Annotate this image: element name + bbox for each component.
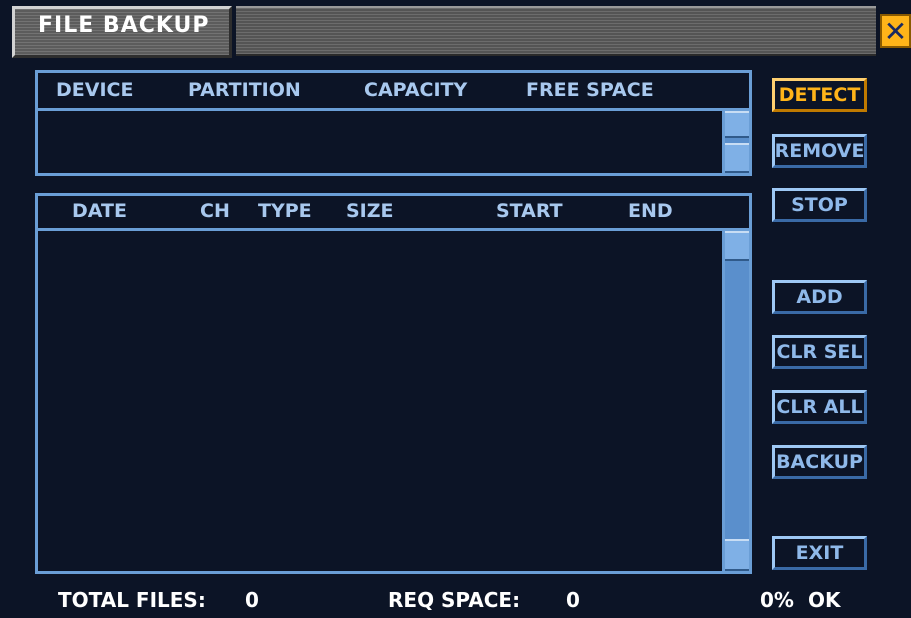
column-header-start: START <box>496 200 563 222</box>
column-header-size: SIZE <box>346 200 394 222</box>
clear-selected-button[interactable]: CLR SEL <box>772 335 867 369</box>
close-icon: ✕ <box>883 14 908 48</box>
column-header-partition: PARTITION <box>188 79 301 101</box>
clear-all-button[interactable]: CLR ALL <box>772 390 867 424</box>
device-scrollbar[interactable] <box>722 111 749 173</box>
detect-button[interactable]: DETECT <box>772 78 867 112</box>
device-table-header: DEVICE PARTITION CAPACITY FREE SPACE <box>38 73 749 111</box>
column-header-free-space: FREE SPACE <box>526 79 654 101</box>
file-table-header: DATE CH TYPE SIZE START END <box>38 196 749 231</box>
column-header-device: DEVICE <box>56 79 134 101</box>
add-button[interactable]: ADD <box>772 280 867 314</box>
total-files-value: 0 <box>245 588 259 612</box>
file-scroll-down[interactable] <box>725 539 749 571</box>
device-list[interactable] <box>38 111 722 173</box>
file-list[interactable] <box>38 231 722 571</box>
title-bar-stripe <box>236 6 876 56</box>
file-panel: DATE CH TYPE SIZE START END <box>35 193 752 574</box>
file-scrollbar[interactable] <box>722 231 749 571</box>
device-scroll-down[interactable] <box>725 143 749 173</box>
stop-button[interactable]: STOP <box>772 188 867 222</box>
remove-button[interactable]: REMOVE <box>772 134 867 168</box>
column-header-capacity: CAPACITY <box>364 79 468 101</box>
progress-percent: 0% <box>760 588 794 612</box>
window-title: FILE BACKUP <box>38 12 210 38</box>
req-space-value: 0 <box>566 588 580 612</box>
close-button[interactable]: ✕ <box>880 14 911 48</box>
file-scroll-up[interactable] <box>725 231 749 261</box>
column-header-type: TYPE <box>258 200 312 222</box>
device-scroll-up[interactable] <box>725 111 749 138</box>
exit-button[interactable]: EXIT <box>772 536 867 570</box>
column-header-date: DATE <box>72 200 127 222</box>
status-text: OK <box>808 588 841 612</box>
req-space-label: REQ SPACE: <box>388 588 521 612</box>
device-panel: DEVICE PARTITION CAPACITY FREE SPACE <box>35 70 752 176</box>
column-header-ch: CH <box>200 200 230 222</box>
total-files-label: TOTAL FILES: <box>58 588 206 612</box>
backup-button[interactable]: BACKUP <box>772 445 867 479</box>
column-header-end: END <box>628 200 673 222</box>
